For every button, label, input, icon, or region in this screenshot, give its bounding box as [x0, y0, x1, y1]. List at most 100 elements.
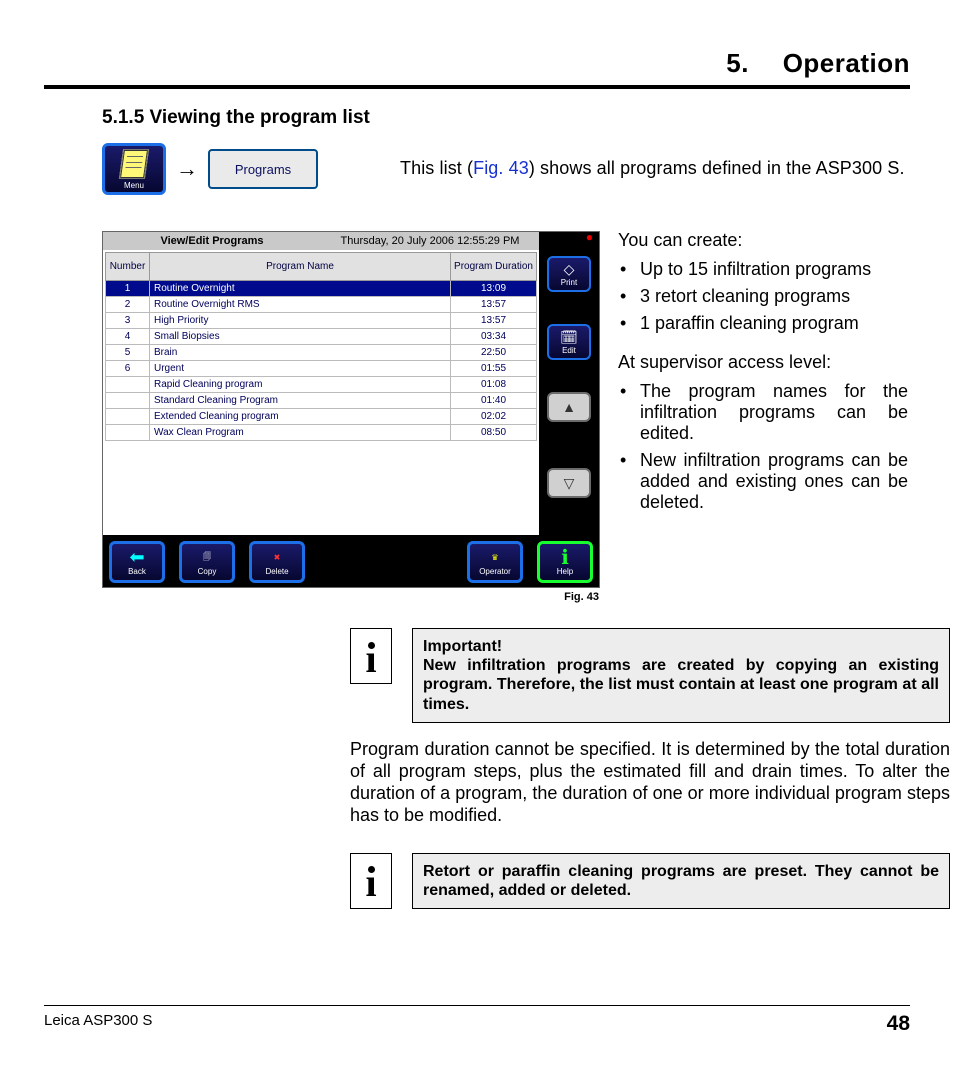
row-number [106, 377, 150, 393]
screenshot-title: View/Edit Programs [103, 232, 321, 250]
table-row[interactable]: Rapid Cleaning program01:08 [106, 377, 537, 393]
row-name: High Priority [150, 313, 451, 329]
notepad-icon [119, 149, 149, 179]
edit-label: Edit [562, 346, 576, 355]
edit-icon: 🗓 [560, 329, 578, 346]
operator-button[interactable]: ♛ Operator [467, 541, 523, 583]
copy-icon: 🗐 [195, 549, 219, 567]
chapter-name: Operation [783, 48, 910, 78]
row-number [106, 409, 150, 425]
delete-button[interactable]: ✖ Delete [249, 541, 305, 583]
screenshot-corner [539, 232, 599, 250]
row-name: Urgent [150, 361, 451, 377]
back-label: Back [128, 567, 146, 576]
row-number: 5 [106, 345, 150, 361]
right-p1: You can create: [618, 230, 908, 251]
important-title: Important! [423, 638, 502, 655]
preset-note: ı Retort or paraffin cleaning programs a… [350, 853, 950, 909]
copy-button[interactable]: 🗐 Copy [179, 541, 235, 583]
info-icon: ı [350, 628, 392, 684]
table-row[interactable]: 4Small Biopsies03:34 [106, 329, 537, 345]
table-row[interactable]: 5Brain22:50 [106, 345, 537, 361]
programs-table: Number Program Name Program Duration 1Ro… [105, 252, 537, 441]
row-duration: 13:57 [451, 313, 537, 329]
print-icon: ◇ [564, 261, 575, 278]
list-item: The program names for the infiltration p… [618, 381, 908, 444]
row-name: Rapid Cleaning program [150, 377, 451, 393]
table-row[interactable]: 1Routine Overnight13:09 [106, 281, 537, 297]
figure-caption: Fig. 43 [564, 591, 599, 603]
list-item: 1 paraffin cleaning program [618, 313, 908, 334]
row-number [106, 393, 150, 409]
scroll-up-button[interactable]: ▲ [547, 392, 591, 422]
row-duration: 01:40 [451, 393, 537, 409]
row-duration: 22:50 [451, 345, 537, 361]
col-duration: Program Duration [451, 253, 537, 281]
menu-button[interactable]: Menu [102, 143, 166, 195]
print-button[interactable]: ◇ Print [547, 256, 591, 292]
row-duration: 02:02 [451, 409, 537, 425]
delete-label: Delete [265, 567, 288, 576]
arrow-icon: → [176, 156, 198, 182]
important-note: ı Important! New infiltration programs a… [350, 628, 950, 723]
intro-suffix: ) shows all programs defined in the ASP3… [529, 158, 905, 178]
help-icon: ℹ [553, 549, 577, 567]
row-name: Extended Cleaning program [150, 409, 451, 425]
row-number: 6 [106, 361, 150, 377]
back-icon: ⬅ [125, 549, 149, 567]
row-duration: 01:55 [451, 361, 537, 377]
right-list1: Up to 15 infiltration programs 3 retort c… [618, 259, 908, 334]
row-name: Small Biopsies [150, 329, 451, 345]
row-duration: 13:09 [451, 281, 537, 297]
body-paragraph: Program duration cannot be specified. It… [350, 739, 950, 827]
edit-button[interactable]: 🗓 Edit [547, 324, 591, 360]
preset-body: Retort or paraffin cleaning programs are… [412, 853, 950, 909]
chevron-down-icon: ▽ [564, 475, 575, 492]
chapter-title: 5. Operation [44, 48, 910, 89]
row-duration: 01:08 [451, 377, 537, 393]
row-name: Routine Overnight [150, 281, 451, 297]
section-heading: 5.1.5 Viewing the program list [102, 107, 910, 129]
col-name: Program Name [150, 253, 451, 281]
col-number: Number [106, 253, 150, 281]
scroll-down-button[interactable]: ▽ [547, 468, 591, 498]
operator-label: Operator [479, 567, 511, 576]
table-row[interactable]: 2Routine Overnight RMS13:57 [106, 297, 537, 313]
table-row[interactable]: Standard Cleaning Program01:40 [106, 393, 537, 409]
list-item: New infiltration programs can be added a… [618, 450, 908, 513]
footer-product: Leica ASP300 S [44, 1012, 152, 1036]
table-row[interactable]: Extended Cleaning program02:02 [106, 409, 537, 425]
screenshot-timestamp: Thursday, 20 July 2006 12:55:29 PM [321, 232, 539, 250]
table-row[interactable]: Wax Clean Program08:50 [106, 425, 537, 441]
screenshot-footer: ⬅ Back 🗐 Copy ✖ Delete ♛ Operator ℹ Help [103, 535, 599, 587]
row-duration: 13:57 [451, 297, 537, 313]
row-name: Routine Overnight RMS [150, 297, 451, 313]
intro-text: This list (Fig. 43) shows all programs d… [400, 158, 905, 179]
important-body: New infiltration programs are created by… [423, 657, 939, 712]
row-number: 1 [106, 281, 150, 297]
chevron-up-icon: ▲ [562, 399, 576, 415]
copy-label: Copy [198, 567, 217, 576]
list-item: Up to 15 infiltration programs [618, 259, 908, 280]
programs-button[interactable]: Programs [208, 149, 318, 189]
intro-prefix: This list ( [400, 158, 473, 178]
row-number: 4 [106, 329, 150, 345]
row-number: 3 [106, 313, 150, 329]
footer-page-number: 48 [887, 1012, 910, 1036]
operator-icon: ♛ [483, 549, 507, 567]
table-row[interactable]: 6Urgent01:55 [106, 361, 537, 377]
right-list2: The program names for the infiltration p… [618, 381, 908, 513]
row-duration: 03:34 [451, 329, 537, 345]
row-name: Standard Cleaning Program [150, 393, 451, 409]
print-label: Print [561, 278, 577, 287]
back-button[interactable]: ⬅ Back [109, 541, 165, 583]
page-footer: Leica ASP300 S 48 [44, 1005, 910, 1036]
list-item: 3 retort cleaning programs [618, 286, 908, 307]
screenshot-panel: View/Edit Programs Thursday, 20 July 200… [102, 231, 600, 588]
chapter-number: 5. [726, 48, 749, 78]
row-name: Wax Clean Program [150, 425, 451, 441]
row-name: Brain [150, 345, 451, 361]
help-button[interactable]: ℹ Help [537, 541, 593, 583]
table-row[interactable]: 3High Priority13:57 [106, 313, 537, 329]
row-number [106, 425, 150, 441]
